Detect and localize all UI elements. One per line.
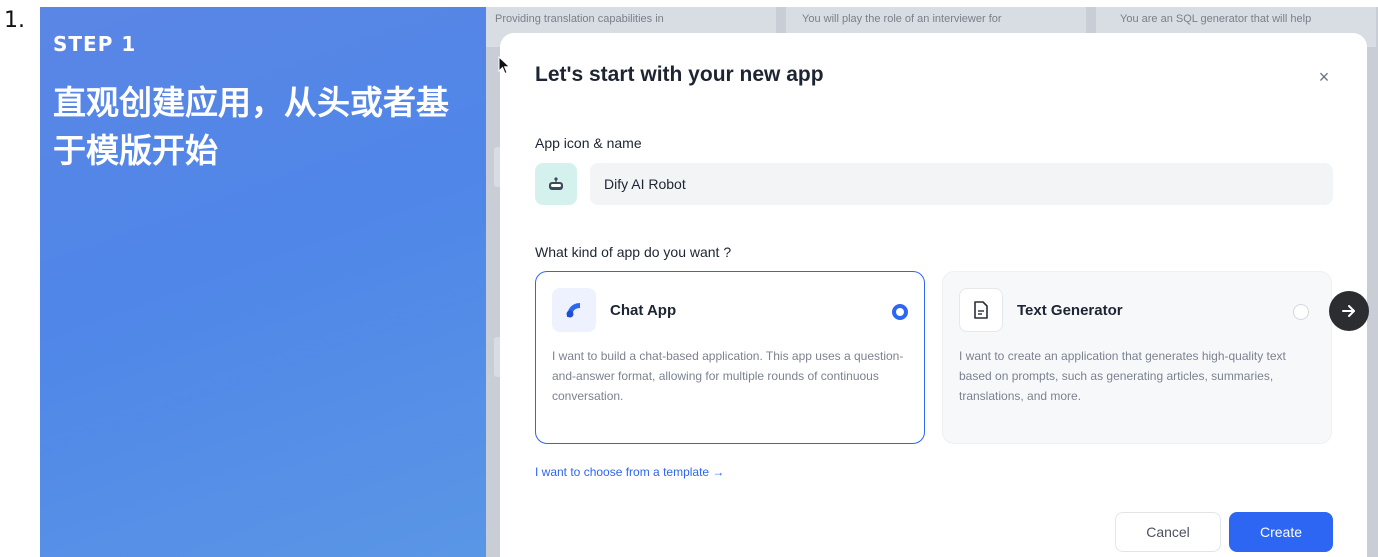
choose-template-link[interactable]: I want to choose from a template → <box>535 465 724 479</box>
modal-title: Let's start with your new app <box>535 63 824 86</box>
create-app-modal: Let's start with your new app × App icon… <box>500 33 1367 557</box>
create-button[interactable]: Create <box>1229 512 1333 552</box>
text-generator-icon-box <box>959 288 1003 332</box>
app-icon-picker[interactable] <box>535 163 577 205</box>
text-generator-option[interactable]: Text Generator I want to create an appli… <box>942 271 1332 444</box>
close-icon: × <box>1318 67 1330 87</box>
next-arrow-button[interactable] <box>1329 291 1369 331</box>
text-generator-title: Text Generator <box>1017 302 1123 319</box>
app-icon-name-label: App icon & name <box>535 135 642 151</box>
chat-app-title: Chat App <box>610 302 677 319</box>
document-icon <box>974 301 988 319</box>
promo-panel: STEP 1 直观创建应用，从头或者基于模版开始 <box>40 7 486 557</box>
close-button[interactable]: × <box>1310 63 1338 91</box>
promo-headline: 直观创建应用，从头或者基于模版开始 <box>53 83 449 170</box>
cancel-button[interactable]: Cancel <box>1115 512 1221 552</box>
chat-app-radio[interactable] <box>892 304 908 320</box>
page: 1. STEP 1 直观创建应用，从头或者基于模版开始 Providing tr… <box>0 0 1378 557</box>
mouse-cursor-icon <box>498 56 511 75</box>
chat-app-description: I want to build a chat-based application… <box>552 349 904 403</box>
text-generator-radio[interactable] <box>1293 304 1309 320</box>
text-generator-description: I want to create an application that gen… <box>959 349 1286 403</box>
chat-bubble-icon <box>566 303 580 318</box>
arrow-right-icon <box>1342 305 1355 317</box>
list-marker: 1. <box>4 8 25 33</box>
robot-icon <box>549 177 563 190</box>
chat-app-option[interactable]: Chat App I want to build a chat-based ap… <box>535 271 925 444</box>
app-kind-label: What kind of app do you want ? <box>535 244 732 260</box>
chat-app-icon-box <box>552 288 596 332</box>
step-label: STEP 1 <box>53 32 137 56</box>
app-name-input[interactable] <box>590 163 1333 205</box>
